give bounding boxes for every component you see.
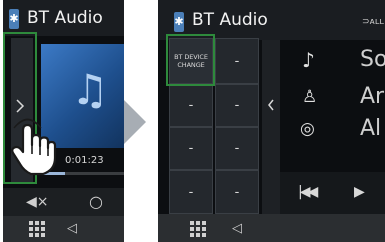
back-icon[interactable]: ◁: [67, 219, 77, 239]
screen-title: BT Audio: [27, 8, 103, 28]
chevron-left-icon: [268, 99, 274, 111]
previous-track-icon[interactable]: |◀◀: [298, 182, 318, 202]
artist-name: Ar: [360, 84, 385, 109]
play-icon[interactable]: ▶: [354, 182, 365, 202]
preset-button-3[interactable]: -: [215, 84, 259, 127]
preset-button-1[interactable]: -: [215, 38, 259, 84]
mute-icon[interactable]: ◀×: [26, 192, 50, 212]
person-icon: ♙: [302, 87, 318, 107]
search-icon[interactable]: ○: [89, 192, 103, 212]
preset-button-2[interactable]: -: [169, 84, 213, 127]
bluetooth-icon: ✱: [174, 12, 184, 32]
music-note-icon: ♫: [71, 65, 109, 114]
bluetooth-icon: ✱: [9, 9, 19, 29]
screen-title: BT Audio: [192, 10, 268, 30]
preset-button-5[interactable]: -: [215, 127, 259, 170]
grid-menu-icon[interactable]: [190, 221, 206, 237]
album-name: Al: [360, 116, 382, 141]
nav-bar: [3, 216, 124, 242]
back-icon[interactable]: ◁: [232, 219, 242, 239]
song-title: So: [360, 47, 385, 72]
preset-button-7[interactable]: -: [215, 170, 259, 214]
transition-arrow-icon: [124, 100, 146, 144]
disc-icon: ◎: [300, 119, 315, 139]
grid-menu-icon[interactable]: [29, 221, 45, 237]
preset-button-4[interactable]: -: [169, 127, 213, 170]
preset-button-6[interactable]: -: [169, 170, 213, 214]
source-panel-tab[interactable]: [262, 40, 280, 214]
playback-time: 0:01:23: [65, 155, 104, 166]
control-bar: [3, 188, 124, 216]
hand-tap-icon: [11, 118, 57, 176]
status-indicator-icon: ⊃ᴀʟʟ: [362, 17, 384, 27]
music-note-icon: ♪: [302, 48, 315, 72]
highlight-frame: [166, 34, 215, 86]
control-bar: [280, 172, 385, 214]
